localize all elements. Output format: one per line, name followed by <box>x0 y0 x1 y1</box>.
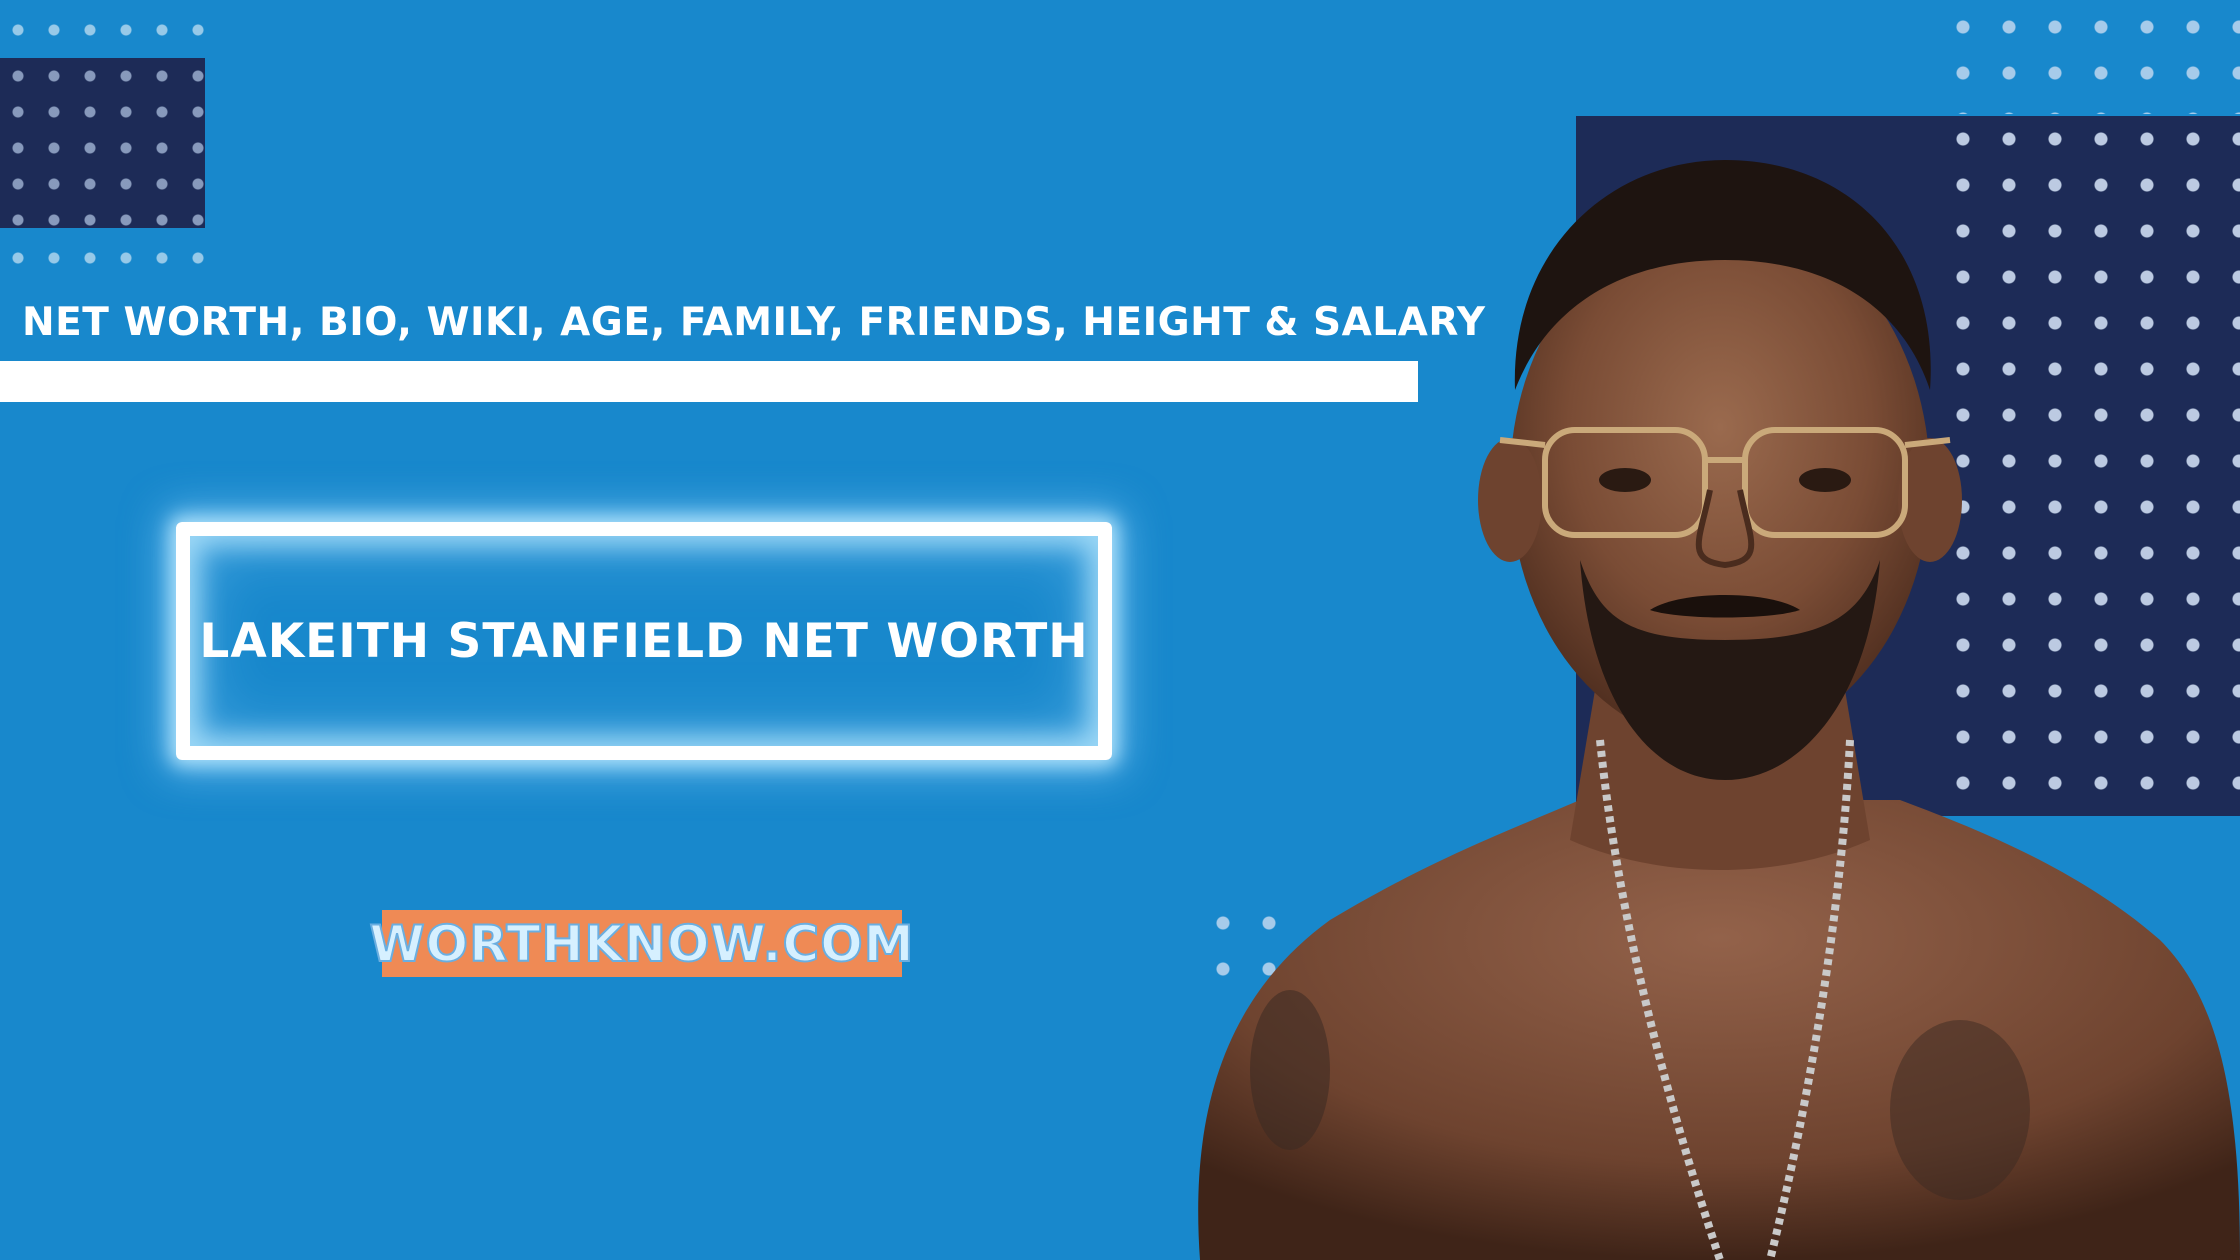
site-label: WORTHKNOW.COM <box>369 914 915 974</box>
thumbnail-canvas: NET WORTH, BIO, WIKI, AGE, FAMILY, FRIEN… <box>0 0 2240 1260</box>
title-frame: LAKEITH STANFIELD NET WORTH <box>176 522 1112 760</box>
decor-dots-top-right <box>1940 4 2240 114</box>
page-title: LAKEITH STANFIELD NET WORTH <box>199 613 1089 669</box>
site-badge: WORTHKNOW.COM <box>369 910 915 977</box>
person-portrait-icon <box>1198 160 2240 1260</box>
decor-dots-on-navy-left <box>0 58 205 228</box>
decor-dots-below-left <box>0 240 210 276</box>
decor-dots-top-left <box>0 12 210 52</box>
